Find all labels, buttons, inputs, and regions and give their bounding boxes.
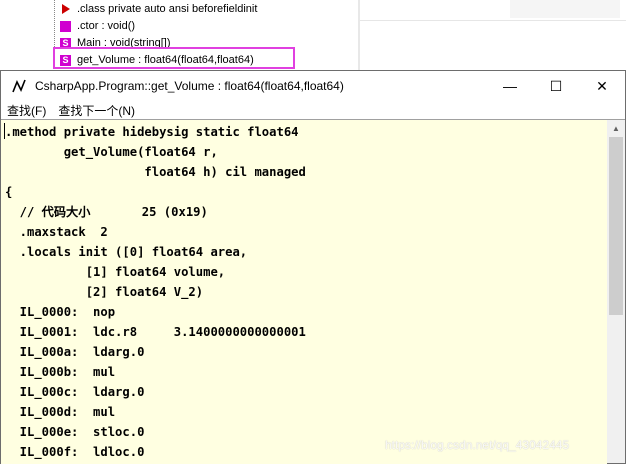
code-line: .maxstack 2 <box>5 225 108 239</box>
code-line: IL_000d: mul <box>5 405 116 419</box>
tree-item-get-volume[interactable]: S get_Volume : float64(float64,float64) <box>60 51 254 69</box>
code-line: IL_000c: ldarg.0 <box>5 385 145 399</box>
code-line: IL_000f: ldloc.0 <box>5 445 145 459</box>
code-line: IL_000b: mul <box>5 365 116 379</box>
il-code-window: CsharpApp.Program::get_Volume : float64(… <box>0 70 626 464</box>
menu-bar: 查找(F) 查找下一个(N) <box>1 101 625 119</box>
code-line: IL_0001: ldc.r8 3.1400000000000001 <box>5 325 306 339</box>
vertical-scrollbar[interactable]: ▲ <box>607 119 625 463</box>
close-button[interactable]: ✕ <box>579 71 625 101</box>
scrollbar-thumb[interactable] <box>609 137 623 315</box>
window-title: CsharpApp.Program::get_Volume : float64(… <box>35 79 344 93</box>
code-line: float64 h) cil managed <box>5 165 306 179</box>
background-toolbar <box>360 0 626 21</box>
tree-view: .class private auto ansi beforefieldinit… <box>0 0 360 72</box>
code-line: // 代码大小 25 (0x19) <box>5 205 208 219</box>
code-line: [2] float64 V_2) <box>5 285 204 299</box>
menu-find-next[interactable]: 查找下一个(N) <box>52 102 141 119</box>
scroll-up-arrow-icon[interactable]: ▲ <box>607 120 625 137</box>
code-line: get_Volume(float64 r, <box>5 145 218 159</box>
tree-connector-line <box>54 0 55 72</box>
static-method-icon: S <box>60 37 71 49</box>
minimize-button[interactable]: — <box>487 71 533 101</box>
background-tab <box>510 0 620 18</box>
method-icon <box>60 20 71 32</box>
code-line: [1] float64 volume, <box>5 265 226 279</box>
tree-item-label: .ctor : void() <box>77 20 136 32</box>
red-triangle-icon <box>60 4 71 15</box>
code-line: IL_000a: ldarg.0 <box>5 345 145 359</box>
code-line: .method private hidebysig static float64 <box>5 125 299 139</box>
menu-find[interactable]: 查找(F) <box>1 102 52 119</box>
code-line: .locals init ([0] float64 area, <box>5 245 248 259</box>
static-method-icon: S <box>60 54 71 66</box>
tree-item-label: Main : void(string[]) <box>77 37 171 49</box>
tree-item-main[interactable]: S Main : void(string[]) <box>60 34 171 52</box>
maximize-button[interactable]: ☐ <box>533 71 579 101</box>
ildasm-app-icon <box>11 78 27 94</box>
code-text-area[interactable]: .method private hidebysig static float64… <box>1 119 607 464</box>
watermark-text: https://blog.csdn.net/qq_43042445 <box>385 438 570 452</box>
code-line: IL_0000: nop <box>5 305 116 319</box>
tree-item-ctor[interactable]: .ctor : void() <box>60 17 135 35</box>
tree-item-label: .class private auto ansi beforefieldinit <box>77 3 258 15</box>
code-line: IL_000e: stloc.0 <box>5 425 145 439</box>
title-bar[interactable]: CsharpApp.Program::get_Volume : float64(… <box>1 71 625 101</box>
code-line: { <box>5 185 13 199</box>
tree-item-class[interactable]: .class private auto ansi beforefieldinit <box>60 0 257 18</box>
tree-item-label: get_Volume : float64(float64,float64) <box>77 54 254 66</box>
